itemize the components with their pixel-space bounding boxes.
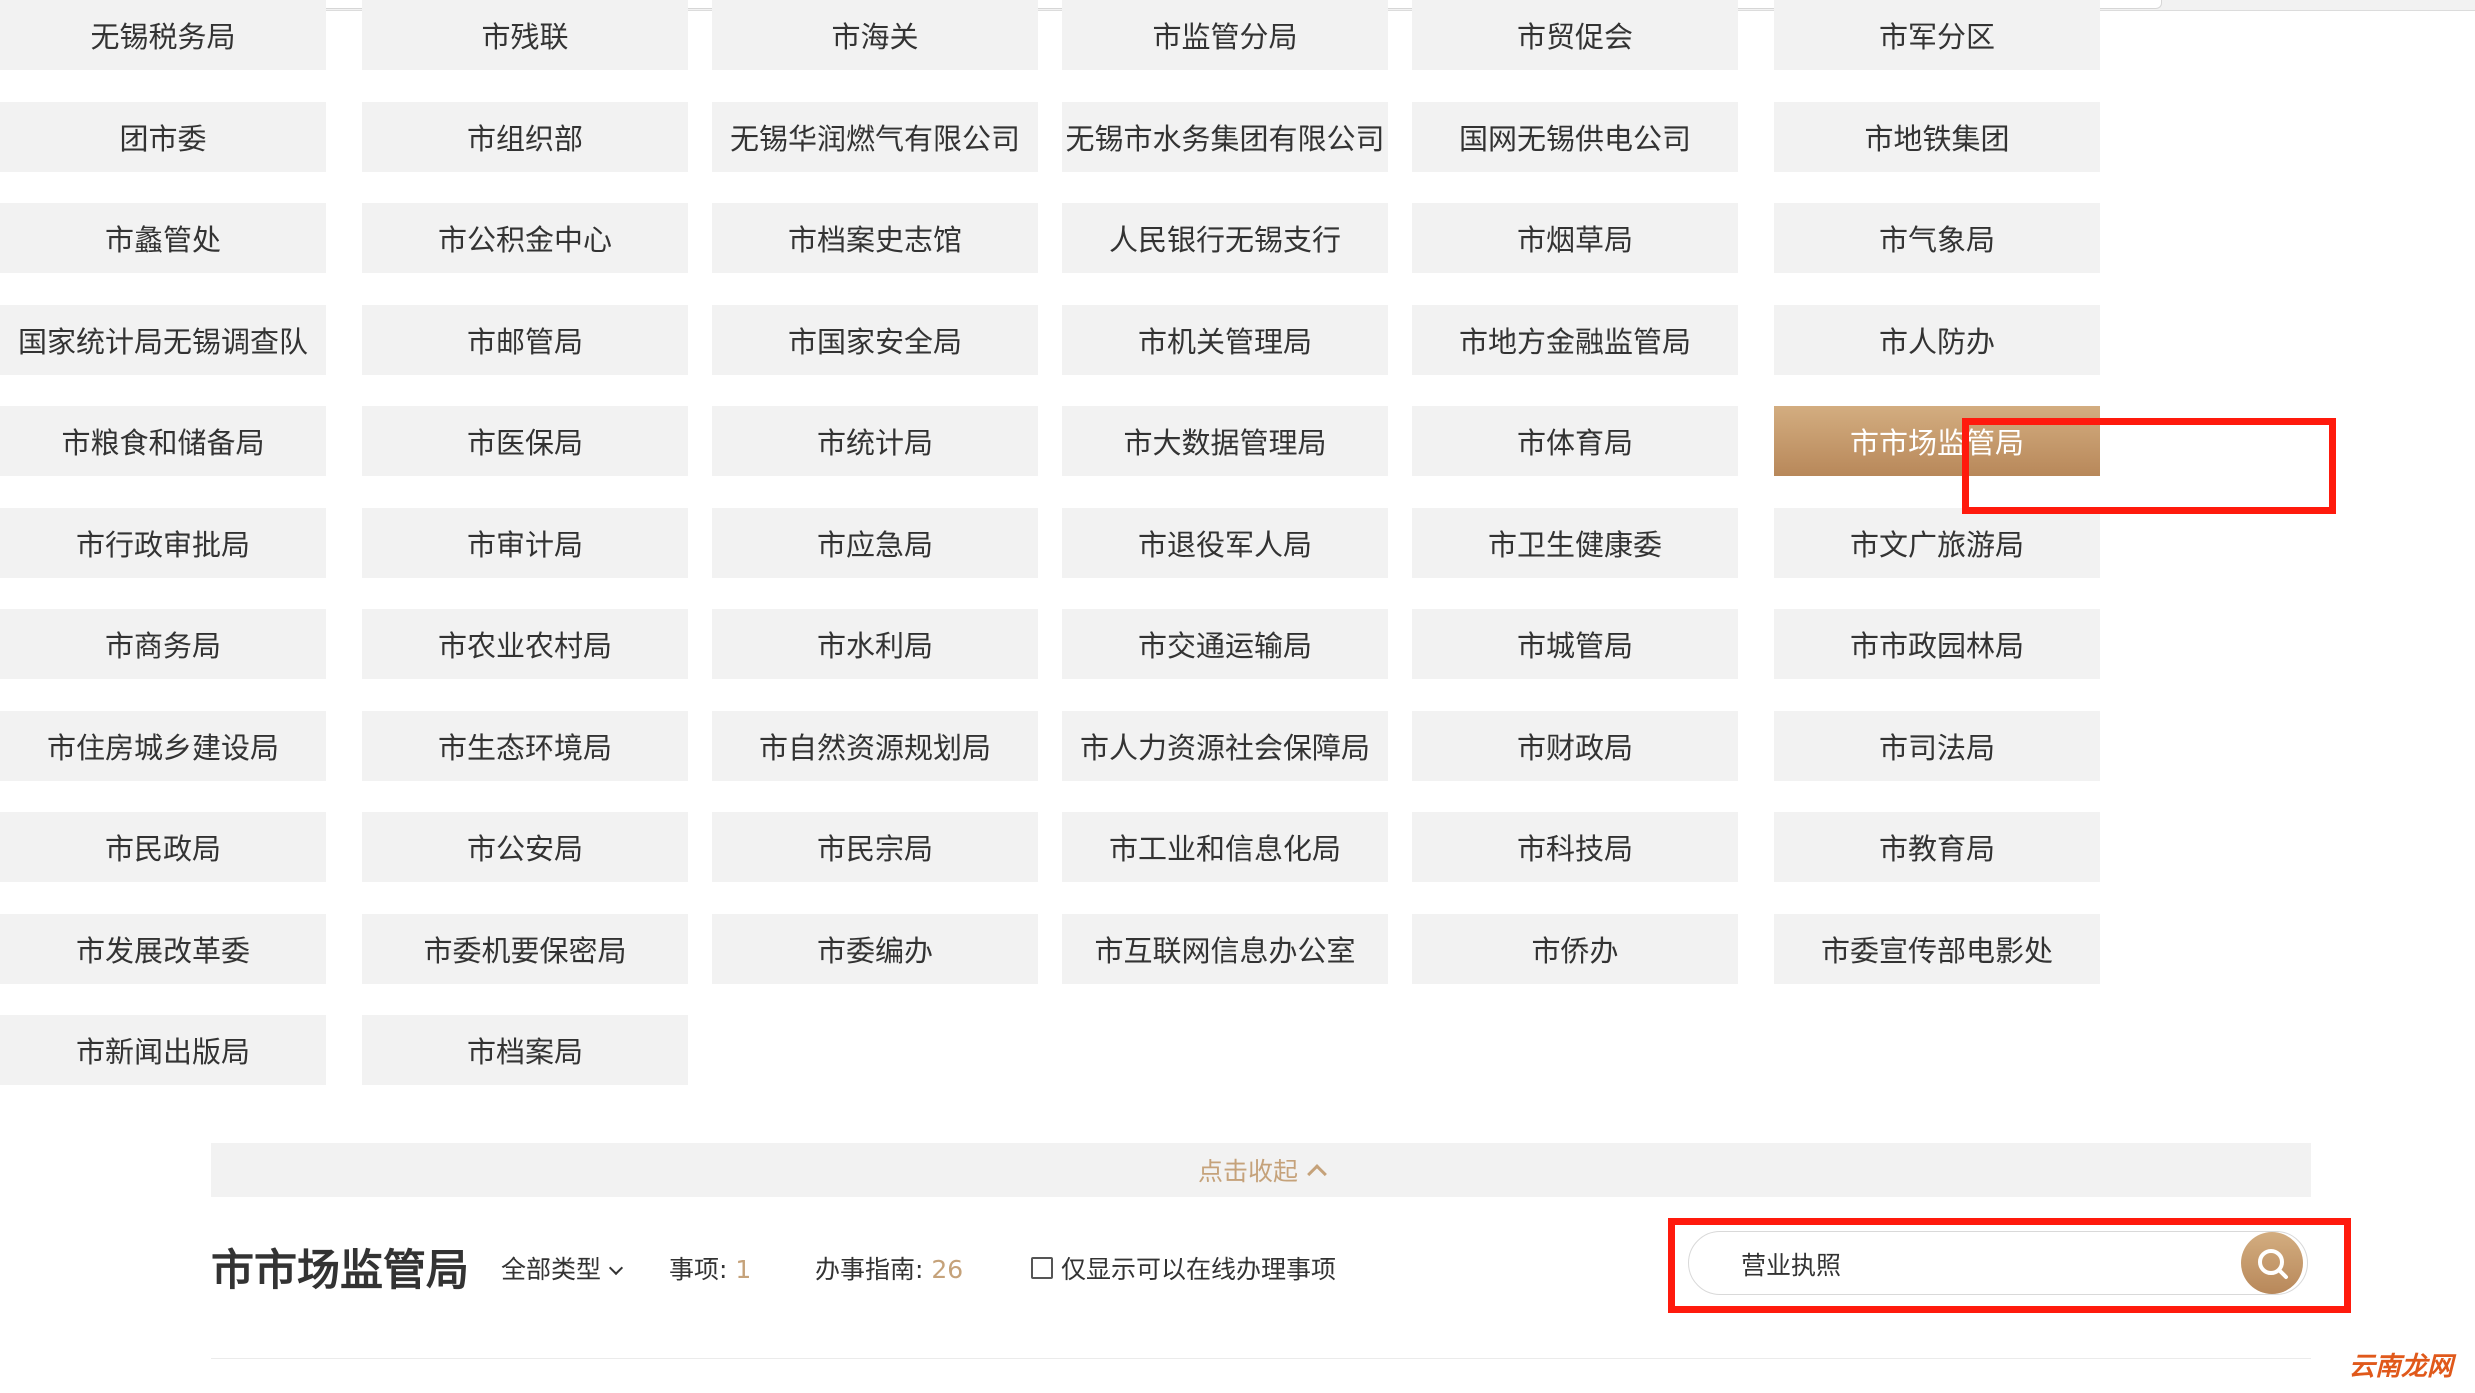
department-tile[interactable]: 市公安局: [362, 812, 688, 882]
collapse-button[interactable]: 点击收起: [211, 1143, 2311, 1197]
department-tile[interactable]: 市邮管局: [362, 305, 688, 375]
online-only-label: 仅显示可以在线办理事项: [1061, 1255, 1337, 1284]
department-tile[interactable]: 市退役军人局: [1062, 508, 1388, 578]
department-tile[interactable]: 市侨办: [1412, 914, 1738, 984]
department-tile[interactable]: 市人力资源社会保障局: [1062, 711, 1388, 781]
department-tile[interactable]: 市机关管理局: [1062, 305, 1388, 375]
department-tile[interactable]: 市统计局: [712, 406, 1038, 476]
department-tile[interactable]: 市委编办: [712, 914, 1038, 984]
department-tile[interactable]: 市地方金融监管局: [1412, 305, 1738, 375]
department-tile[interactable]: 市烟草局: [1412, 203, 1738, 273]
department-tile[interactable]: 市贸促会: [1412, 0, 1738, 70]
department-tile[interactable]: 市发展改革委: [0, 914, 326, 984]
checkbox-box[interactable]: [1031, 1257, 1053, 1279]
department-tile[interactable]: 市粮食和储备局: [0, 406, 326, 476]
department-tile[interactable]: 市残联: [362, 0, 688, 70]
department-tile[interactable]: 团市委: [0, 102, 326, 172]
department-tile[interactable]: 市监管分局: [1062, 0, 1388, 70]
watermark-logo: 云南龙网: [2348, 1352, 2453, 1382]
collapse-label: 点击收起: [1197, 1157, 1298, 1186]
department-tile[interactable]: 市组织部: [362, 102, 688, 172]
type-filter-dropdown[interactable]: 全部类型: [501, 1250, 624, 1286]
department-tile[interactable]: 市农业农村局: [362, 609, 688, 679]
items-label: 事项:: [669, 1255, 736, 1284]
search-box: [1688, 1231, 2308, 1295]
department-tile[interactable]: 市市政园林局: [1774, 609, 2100, 679]
department-tile[interactable]: 市科技局: [1412, 812, 1738, 882]
chevron-up-icon: [1307, 1164, 1327, 1184]
department-tile[interactable]: 市新闻出版局: [0, 1015, 326, 1085]
guide-label: 办事指南:: [815, 1255, 932, 1284]
department-tile[interactable]: 市住房城乡建设局: [0, 711, 326, 781]
department-tile[interactable]: 市文广旅游局: [1774, 508, 2100, 578]
department-tile[interactable]: 市生态环境局: [362, 711, 688, 781]
divider: [211, 1358, 2311, 1359]
department-tile[interactable]: 无锡税务局: [0, 0, 326, 70]
department-tile[interactable]: 市审计局: [362, 508, 688, 578]
department-tile[interactable]: 市档案局: [362, 1015, 688, 1085]
department-tile[interactable]: 市财政局: [1412, 711, 1738, 781]
chevron-down-icon: [608, 1260, 624, 1276]
department-tile[interactable]: 市市场监管局: [1774, 406, 2100, 476]
department-tile[interactable]: 市气象局: [1774, 203, 2100, 273]
department-tile[interactable]: 市应急局: [712, 508, 1038, 578]
department-tile[interactable]: 市商务局: [0, 609, 326, 679]
department-tile[interactable]: 市档案史志馆: [712, 203, 1038, 273]
department-tile[interactable]: 人民银行无锡支行: [1062, 203, 1388, 273]
department-tile[interactable]: 市交通运输局: [1062, 609, 1388, 679]
department-tile[interactable]: 市人防办: [1774, 305, 2100, 375]
department-title: 市市场监管局: [211, 1246, 469, 1296]
department-tile[interactable]: 市工业和信息化局: [1062, 812, 1388, 882]
department-tile[interactable]: 市委机要保密局: [362, 914, 688, 984]
items-count-value: 1: [735, 1255, 752, 1284]
search-icon: [2258, 1249, 2288, 1279]
department-tile[interactable]: 市卫生健康委: [1412, 508, 1738, 578]
department-tile[interactable]: 市大数据管理局: [1062, 406, 1388, 476]
search-button[interactable]: [2241, 1232, 2303, 1294]
department-tile[interactable]: 市医保局: [362, 406, 688, 476]
department-tile[interactable]: 市蠡管处: [0, 203, 326, 273]
department-tile[interactable]: 无锡华润燃气有限公司: [712, 102, 1038, 172]
department-tile[interactable]: 市自然资源规划局: [712, 711, 1038, 781]
department-tile[interactable]: 无锡市水务集团有限公司: [1062, 102, 1388, 172]
guide-count-value: 26: [931, 1255, 964, 1284]
items-count: 事项: 1: [669, 1250, 751, 1286]
department-tile[interactable]: 市国家安全局: [712, 305, 1038, 375]
search-input[interactable]: [1739, 1244, 2223, 1284]
department-tile[interactable]: 市军分区: [1774, 0, 2100, 70]
department-tile[interactable]: 市体育局: [1412, 406, 1738, 476]
department-tile[interactable]: 市公积金中心: [362, 203, 688, 273]
department-tile[interactable]: 市民政局: [0, 812, 326, 882]
department-tile[interactable]: 市城管局: [1412, 609, 1738, 679]
department-tile[interactable]: 市互联网信息办公室: [1062, 914, 1388, 984]
online-only-checkbox[interactable]: 仅显示可以在线办理事项: [1031, 1250, 1336, 1286]
type-filter-label: 全部类型: [501, 1255, 602, 1284]
department-tile[interactable]: 国家统计局无锡调查队: [0, 305, 326, 375]
department-tile[interactable]: 市司法局: [1774, 711, 2100, 781]
department-tile[interactable]: 市行政审批局: [0, 508, 326, 578]
department-tile[interactable]: 市教育局: [1774, 812, 2100, 882]
department-tile[interactable]: 市委宣传部电影处: [1774, 914, 2100, 984]
department-tile[interactable]: 市海关: [712, 0, 1038, 70]
department-tile[interactable]: 市水利局: [712, 609, 1038, 679]
department-tile[interactable]: 市民宗局: [712, 812, 1038, 882]
department-tile[interactable]: 国网无锡供电公司: [1412, 102, 1738, 172]
guide-count: 办事指南: 26: [815, 1250, 963, 1286]
department-tile[interactable]: 市地铁集团: [1774, 102, 2100, 172]
